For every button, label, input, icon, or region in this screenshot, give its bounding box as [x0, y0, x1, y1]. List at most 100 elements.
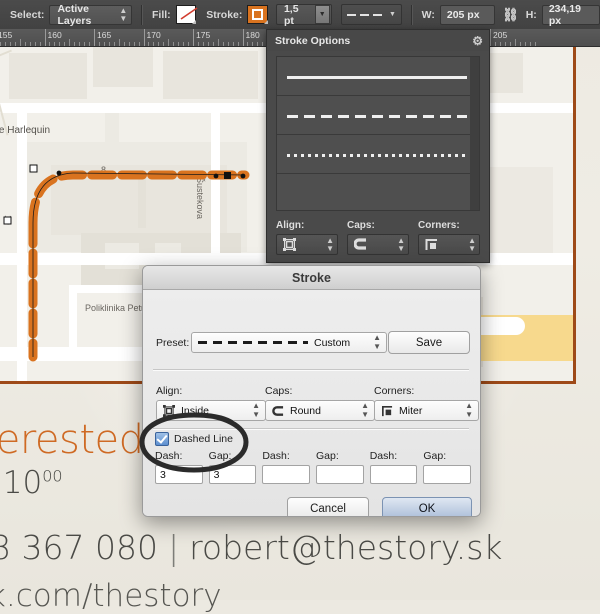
gap-input-3[interactable]	[423, 465, 471, 484]
stroke-label: Stroke:	[206, 9, 242, 21]
preset-value: Custom	[314, 337, 350, 349]
gap-label: Gap:	[423, 450, 471, 462]
ruler-minor-tick	[104, 42, 105, 46]
ruler-tick-label: 170	[147, 30, 161, 40]
ruler-minor-tick	[183, 42, 184, 46]
chevron-down-icon	[264, 20, 268, 24]
stroke-dialog-body: Preset: Custom ▲▼ Save Align: Inside ▲▼ …	[143, 290, 480, 517]
corners-dropdown[interactable]: Miter ▲▼	[374, 400, 479, 421]
dash-input-2[interactable]	[262, 465, 310, 484]
preset-label: Preset:	[156, 337, 189, 349]
save-button[interactable]: Save	[388, 331, 470, 354]
dashed-line-checkbox[interactable]	[155, 432, 169, 446]
align-inside-icon	[163, 405, 175, 417]
select-label: Select:	[10, 9, 44, 21]
gap-input-2[interactable]	[316, 465, 364, 484]
ruler-minor-tick	[139, 42, 140, 46]
dash-input-3[interactable]	[370, 465, 418, 484]
width-input[interactable]: 205 px	[440, 5, 495, 25]
ruler-major-tick	[94, 29, 95, 46]
stroke-options-panel[interactable]: Stroke Options ⚙ Align: ▲▼	[266, 29, 490, 263]
email-address[interactable]: robert@thestory.sk	[189, 528, 502, 567]
contact-separator: |	[158, 528, 189, 567]
height-input[interactable]: 234,19 px	[542, 5, 600, 25]
map-road-vertical	[69, 287, 77, 353]
chevron-down-icon	[192, 20, 196, 24]
toolbar-divider	[411, 5, 413, 25]
width-value: 205 px	[447, 9, 480, 21]
dash-segment	[373, 14, 382, 16]
cancel-button[interactable]: Cancel	[287, 497, 369, 517]
stroke-preset-empty[interactable]	[277, 174, 479, 212]
stroke-preset-list[interactable]	[276, 56, 480, 211]
ruler-tick-label: 175	[196, 30, 210, 40]
dashed-line-checkbox-row[interactable]: Dashed Line	[155, 432, 233, 446]
ruler-minor-tick	[158, 42, 159, 46]
ruler-minor-tick	[109, 42, 110, 46]
dash-input-1[interactable]: 3	[155, 465, 203, 484]
ruler-minor-tick	[257, 42, 258, 46]
stroke-preset-dotted[interactable]	[277, 135, 479, 174]
active-layers-value: Active Layers	[57, 3, 109, 27]
stroke-width-combo[interactable]: 1,5 pt ▼	[276, 4, 332, 25]
fill-swatch[interactable]	[176, 5, 197, 24]
phone-number: 948 367 080	[0, 528, 158, 567]
corners-group: Corners: ▲▼	[418, 220, 480, 255]
ruler-major-tick	[144, 29, 145, 46]
active-layers-dropdown[interactable]: Active Layers ▲▼	[49, 5, 132, 25]
fill-label: Fill:	[152, 9, 171, 21]
ruler-minor-tick	[178, 42, 179, 46]
ruler-minor-tick	[525, 42, 526, 46]
ruler-minor-tick	[238, 42, 239, 46]
chevron-updown-icon: ▲▼	[465, 402, 476, 419]
ruler-minor-tick	[213, 42, 214, 46]
ruler-minor-tick	[188, 42, 189, 46]
chevron-down-icon: ▼	[389, 11, 396, 18]
dash-field-group: Dash:3	[155, 450, 203, 484]
corners-value: Miter	[399, 405, 422, 417]
ruler-minor-tick	[74, 42, 75, 46]
preset-dropdown[interactable]: Custom ▲▼	[191, 332, 387, 353]
gap-field-group: Gap: 3	[209, 450, 257, 484]
ok-button[interactable]: OK	[382, 497, 472, 517]
align-group: Align: ▲▼	[276, 220, 338, 255]
ruler-tick-label: 180	[246, 30, 260, 40]
preset-list-scrollbar[interactable]	[470, 57, 479, 210]
chain-link-icon[interactable]: ⛓	[502, 7, 519, 23]
ruler-minor-tick	[228, 42, 229, 46]
ruler-minor-tick	[148, 42, 149, 46]
stroke-preset-solid[interactable]	[277, 57, 479, 96]
ruler-tick-label: 160	[48, 30, 62, 40]
align-dropdown[interactable]: Inside ▲▼	[156, 400, 266, 421]
gap-input-1[interactable]: 3	[209, 465, 257, 484]
gap-label: Gap:	[209, 450, 257, 462]
ruler-minor-tick	[153, 42, 154, 46]
chevron-updown-icon: ▲▼	[252, 402, 263, 419]
stroke-options-header: Stroke Options ⚙	[267, 30, 489, 51]
gap-label: Gap:	[316, 450, 364, 462]
stroke-dash-dropdown[interactable]: ▼	[341, 4, 402, 25]
ruler-minor-tick	[168, 39, 169, 46]
stroke-dialog-title: Stroke	[292, 271, 331, 285]
ruler-minor-tick	[247, 42, 248, 46]
align-dropdown[interactable]: ▲▼	[276, 234, 338, 255]
dash-gap-fields: Dash:3Gap:3Dash:Gap:Dash:Gap:	[155, 450, 471, 484]
stroke-options-title: Stroke Options	[275, 35, 350, 47]
stroke-options-controls: Align: ▲▼ Caps: ▲▼ Corners:	[276, 220, 480, 255]
corners-miter-icon	[425, 238, 438, 251]
corners-label: Corners:	[374, 385, 414, 397]
page-social-link[interactable]: ook.com/thestory	[0, 578, 222, 614]
caps-dropdown[interactable]: Round ▲▼	[265, 400, 375, 421]
caps-dropdown[interactable]: ▲▼	[347, 234, 409, 255]
stroke-swatch[interactable]	[247, 5, 268, 24]
gear-icon[interactable]: ⚙	[472, 34, 483, 48]
ruler-minor-tick	[99, 42, 100, 46]
stroke-preset-dashed[interactable]	[277, 96, 479, 135]
corners-dropdown[interactable]: ▲▼	[418, 234, 480, 255]
stroke-swatch-inner	[252, 9, 263, 20]
chevron-down-icon[interactable]: ▼	[315, 5, 330, 24]
ruler-major-tick	[490, 29, 491, 46]
align-label: Align:	[276, 220, 338, 231]
stroke-dialog[interactable]: Stroke Preset: Custom ▲▼ Save Align: Ins…	[142, 265, 481, 517]
dash-segment	[347, 14, 356, 16]
